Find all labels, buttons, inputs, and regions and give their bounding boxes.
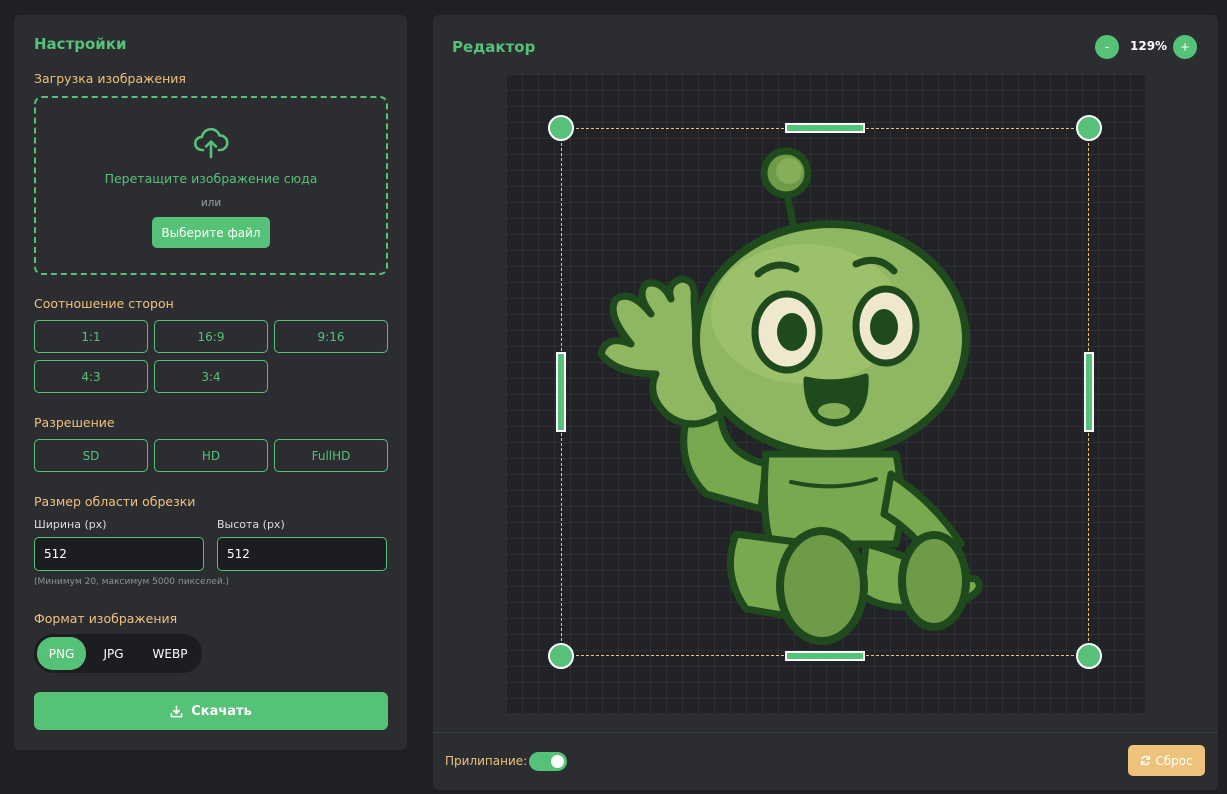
reset-label: Сброс	[1155, 753, 1193, 768]
crop-handle-right[interactable]	[1084, 352, 1094, 432]
resolution-hd-button[interactable]: HD	[154, 439, 268, 472]
crop-frame[interactable]	[561, 128, 1089, 656]
aspect-16-9-button[interactable]: 16:9	[154, 320, 268, 353]
crop-handle-top[interactable]	[785, 123, 865, 133]
crop-handle-top-right[interactable]	[1076, 115, 1102, 141]
download-icon	[170, 705, 183, 717]
snap-toggle[interactable]	[529, 752, 567, 771]
format-selector: PNG JPG WEBP	[34, 634, 202, 673]
aspect-9-16-button[interactable]: 9:16	[274, 320, 388, 353]
format-jpg-option[interactable]: JPG	[89, 637, 138, 670]
resolution-fullhd-button[interactable]: FullHD	[274, 439, 388, 472]
aspect-ratio-label: Соотношение сторон	[34, 296, 174, 311]
drop-text: Перетащите изображение сюда	[104, 171, 318, 186]
settings-title: Настройки	[34, 35, 127, 53]
reset-button[interactable]: Сброс	[1128, 745, 1205, 776]
editor-panel: Редактор - 129% + Прилипание: Сброс	[433, 15, 1218, 790]
settings-panel: Настройки Загрузка изображения Перетащит…	[14, 15, 407, 750]
crop-handle-top-left[interactable]	[548, 115, 574, 141]
zoom-in-button[interactable]: +	[1173, 35, 1197, 59]
crop-handle-bottom-right[interactable]	[1076, 643, 1102, 669]
editor-title: Редактор	[452, 38, 536, 56]
height-label: Высота (px)	[217, 518, 285, 531]
footer-divider	[433, 732, 1218, 733]
resolution-label: Разрешение	[34, 415, 115, 430]
toggle-knob	[551, 755, 564, 768]
width-label: Ширина (px)	[34, 518, 107, 531]
height-input[interactable]: 512	[217, 537, 387, 571]
aspect-3-4-button[interactable]: 3:4	[154, 360, 268, 393]
upload-label: Загрузка изображения	[34, 71, 186, 86]
upload-dropzone[interactable]: Перетащите изображение сюда или Выберите…	[34, 96, 388, 275]
format-label: Формат изображения	[34, 611, 178, 626]
download-button[interactable]: Скачать	[34, 692, 388, 730]
refresh-icon	[1141, 755, 1151, 766]
zoom-out-button[interactable]: -	[1095, 35, 1119, 59]
or-text: или	[200, 197, 222, 209]
crop-handle-bottom[interactable]	[785, 651, 865, 661]
crop-size-label: Размер области обрезки	[34, 494, 196, 509]
format-webp-option[interactable]: WEBP	[141, 637, 199, 670]
cloud-upload-icon	[193, 127, 229, 159]
width-input[interactable]: 512	[34, 537, 204, 571]
download-label: Скачать	[191, 703, 252, 719]
size-hint: (Минимум 20, максимум 5000 пикселей.)	[34, 577, 230, 587]
snap-label: Прилипание:	[445, 754, 528, 768]
choose-file-button[interactable]: Выберите файл	[152, 217, 270, 248]
format-png-option[interactable]: PNG	[37, 637, 86, 670]
aspect-1-1-button[interactable]: 1:1	[34, 320, 148, 353]
resolution-sd-button[interactable]: SD	[34, 439, 148, 472]
aspect-4-3-button[interactable]: 4:3	[34, 360, 148, 393]
crop-handle-bottom-left[interactable]	[548, 643, 574, 669]
zoom-level: 129%	[1130, 39, 1168, 53]
crop-handle-left[interactable]	[556, 352, 566, 432]
editor-canvas[interactable]	[506, 74, 1145, 713]
